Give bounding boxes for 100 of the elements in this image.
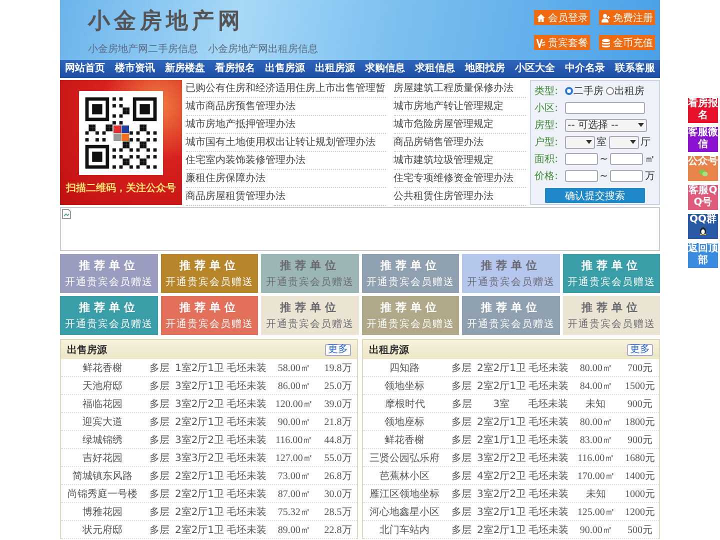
table-cell-text: 2室2厅1卫 (174, 488, 224, 500)
side-button[interactable]: 客服QQ号 (688, 185, 718, 210)
side-button[interactable]: 客服微信 (688, 127, 718, 152)
table-cell-text: 1800元 (624, 416, 656, 428)
article-link[interactable]: 城市建筑垃圾管理规定 (394, 152, 526, 170)
tile-subtitle: 开通贵宾会员赠送 (64, 276, 153, 289)
table-cell-text: 700元 (626, 362, 654, 374)
side-button[interactable]: 看房报名 (688, 98, 718, 123)
table-cell-text: 55.0万 (323, 452, 353, 464)
table-cell-text: 毛坯未装 (528, 506, 570, 518)
article-link[interactable]: 住宅专项维修资金管理办法 (394, 170, 526, 188)
table-cell-text: 3室2厅2卫 (476, 488, 526, 500)
side-button[interactable]: 返回顶部 (688, 243, 718, 268)
table-cell-text: 25.0万 (323, 380, 353, 392)
listing-link[interactable]: 福临花园 (61, 396, 144, 410)
unit-label: 万 (645, 170, 655, 183)
listing-link[interactable]: 领地坐标 (363, 378, 446, 392)
article-link[interactable]: 城市商品房预售管理办法 (186, 98, 386, 116)
nav-link[interactable]: 网站首页 (60, 60, 110, 78)
nav-link[interactable]: 地图找房 (460, 60, 510, 78)
listing-link[interactable]: 雁江区领地坐标 (363, 486, 446, 500)
more-link[interactable]: 更多 (627, 344, 653, 356)
article-link[interactable]: 城市房地产转让管理规定 (394, 98, 526, 116)
table-cell-text: 毛坯未装 (226, 362, 268, 374)
nav-link[interactable]: 出售房源 (260, 60, 310, 78)
table-cell-text: 3室2厅2卫 (174, 434, 224, 446)
listing-link[interactable]: 摩根时代 (363, 396, 447, 410)
range-separator: ~ (600, 154, 608, 164)
tile-subtitle: 开通贵宾会员赠送 (266, 276, 354, 289)
article-link[interactable]: 城市房地产抵押管理办法 (186, 116, 386, 134)
article-link[interactable]: 公共租赁住房管理办法 (394, 188, 526, 206)
listing-link[interactable]: 尚锦秀庭一号楼 (61, 486, 144, 500)
article-link[interactable]: 城市危险房屋管理规定 (394, 116, 526, 134)
listing-link[interactable]: 芭蕉林小区 (363, 468, 446, 482)
tile-title: 推荐单位 (380, 258, 440, 273)
tile-title: 推荐单位 (179, 300, 240, 315)
tile-title: 推荐单位 (280, 258, 340, 273)
nav-link[interactable]: 中介名录 (560, 60, 610, 78)
promo-tile[interactable]: 推荐单位 开通贵宾会员赠送 (261, 296, 358, 335)
promo-tile[interactable]: 推荐单位 开通贵宾会员赠送 (562, 296, 660, 335)
listing-link[interactable]: 天池府邸 (61, 378, 144, 392)
listing-link[interactable]: 鲜花香榭 (61, 360, 144, 374)
table-cell-text: 多层 (148, 398, 171, 410)
listing-link[interactable]: 领地座标 (363, 414, 446, 428)
tile-subtitle: 开通贵宾会员赠送 (567, 276, 656, 289)
tile-title: 推荐单位 (78, 258, 139, 273)
unit-label: 厅 (640, 136, 651, 149)
listing-link[interactable]: 河心地鑫星小区 (363, 504, 446, 518)
tile-subtitle: 开通贵宾会员赠送 (64, 318, 153, 331)
table-cell-text: 毛坯未装 (226, 452, 268, 464)
listing-link[interactable]: 吉好花园 (61, 450, 144, 464)
dropdown[interactable]: -- 可选择 -- (564, 118, 647, 132)
table-cell-text: 3室3厅2卫 (174, 452, 224, 464)
side-button[interactable]: QQ群 (688, 214, 718, 239)
listing-link[interactable]: 三贤公园弘乐府 (363, 450, 446, 464)
table-cell-text: 2室2厅1卫 (174, 506, 224, 518)
article-link[interactable]: 商品房销售管理办法 (394, 134, 526, 152)
article-link[interactable]: 商品房屋租赁管理办法 (186, 188, 386, 206)
listing-link[interactable]: 北门车站内 (363, 522, 446, 536)
table-cell-text: 毛坯未装 (528, 434, 570, 446)
listing-link[interactable]: 四知路 (363, 360, 446, 374)
nav-link[interactable]: 小区大全 (510, 60, 560, 78)
more-link[interactable]: 更多 (325, 344, 351, 356)
article-link[interactable]: 城市国有土地使用权出让转让规划管理办法 (186, 134, 386, 152)
listing-link[interactable]: 迎宾大道 (61, 414, 144, 428)
table-cell-text: 1200元 (624, 506, 656, 518)
listing-link[interactable]: 博雅花园 (61, 504, 144, 518)
listing-link[interactable]: 状元府邸 (61, 522, 144, 536)
field-label: 类型: (534, 84, 559, 98)
table-cell-text: 80.00㎡ (578, 416, 614, 428)
nav-link[interactable]: 楼市资讯 (110, 60, 160, 78)
table-cell-text: 80.00㎡ (578, 362, 614, 374)
tile-title: 推荐单位 (78, 300, 139, 315)
table-cell-text: 83.00㎡ (578, 434, 614, 446)
search-button[interactable]: 确认提交搜索 (544, 188, 645, 203)
nav-link[interactable]: 联系客服 (610, 60, 660, 78)
article-link[interactable]: 房屋建筑工程质量保修办法 (394, 80, 526, 98)
tile-title: 推荐单位 (480, 300, 541, 315)
header-link[interactable]: 小金房地产网出租房信息 (208, 42, 318, 56)
table-cell-text: 73.00㎡ (276, 470, 312, 482)
listing-link[interactable]: 鲜花香榭 (363, 432, 446, 446)
section-title: 出售房源 (67, 343, 107, 356)
tile-subtitle: 开通贵宾会员赠送 (466, 276, 555, 289)
article-link[interactable]: 已购公有住房和经济适用住房上市出售管理暂 (186, 80, 386, 98)
table-cell-text: 2室2厅1卫 (476, 524, 526, 536)
nav-link[interactable]: 求购信息 (360, 60, 410, 78)
listing-link[interactable]: 绿城锦绣 (61, 432, 144, 446)
article-link[interactable]: 廉租住房保障办法 (186, 170, 386, 188)
table-cell-text: 3室2厅2卫 (174, 398, 224, 410)
unit-label: 室 (596, 136, 607, 149)
table-cell-text: 900元 (626, 398, 654, 410)
nav-link[interactable]: 看房报名 (210, 60, 260, 78)
nav-link[interactable]: 求租信息 (410, 60, 460, 78)
nav-link[interactable]: 新房楼盘 (160, 60, 210, 78)
table-cell-text: 毛坯未装 (226, 398, 268, 410)
nav-link[interactable]: 出租房源 (310, 60, 360, 78)
article-link[interactable]: 住宅室内装饰装修管理办法 (186, 152, 386, 170)
table-cell-text: 毛坯未装 (528, 488, 570, 500)
table-cell-text: 多层 (450, 434, 473, 446)
listing-link[interactable]: 简城镇东风路 (61, 468, 144, 482)
